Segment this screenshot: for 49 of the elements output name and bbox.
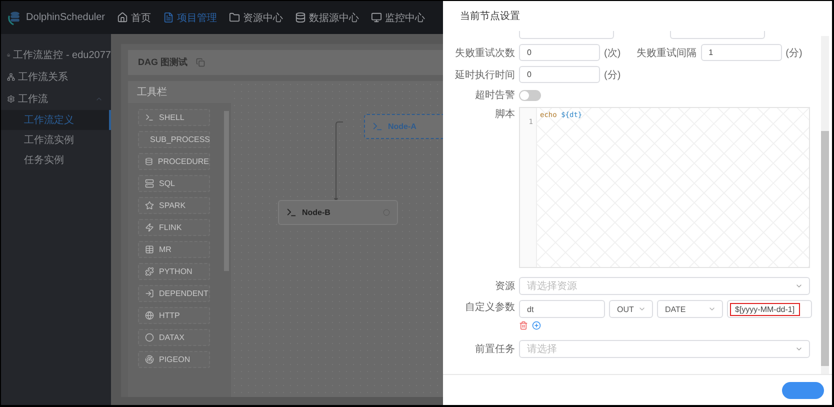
task-type-item[interactable]: HTTP (138, 307, 210, 324)
task-type-item[interactable]: SPARK (138, 197, 210, 214)
nav-tab[interactable]: 数据源中心 (295, 10, 359, 24)
input-field[interactable]: 0 (519, 44, 600, 61)
pre-task-select[interactable]: 请选择 (519, 340, 810, 358)
field-label: 前置任务 (474, 342, 515, 356)
field-label: 脚本 (494, 108, 515, 121)
sidebar-subitem[interactable]: 工作流实例 (1, 130, 111, 150)
input-field[interactable]: 0 (519, 66, 600, 83)
unit-label: (分) (604, 68, 621, 82)
dag-title: DAG 图测试 (138, 56, 188, 69)
sidebar-item[interactable]: 工作流监控 - edu2077 (1, 44, 111, 66)
task-type-item[interactable]: PIGEON (138, 351, 210, 368)
task-type-item[interactable]: DEPENDENT (138, 285, 210, 302)
field-label: 失败重试次数 (454, 46, 515, 60)
task-type-item[interactable]: FLINK (138, 219, 210, 236)
app-name: DolphinScheduler (26, 12, 105, 23)
task-type-item[interactable]: PYTHON (138, 263, 210, 280)
input-field[interactable]: dt (519, 300, 605, 318)
field-label: 失败重试间隔 (636, 46, 697, 60)
nav-tab[interactable]: 项目管理 (163, 10, 217, 24)
sidebar-subitem[interactable]: 任务实例 (1, 150, 111, 170)
task-type-item[interactable]: PROCEDURE (138, 153, 210, 170)
field-label: 延时执行时间 (454, 68, 515, 82)
input-field[interactable]: $[yyyy-MM-dd-1] (727, 300, 812, 318)
task-type-item[interactable]: SUB_PROCESS (138, 131, 210, 148)
field-label: 超时告警 (474, 88, 515, 102)
type-select[interactable]: DATE (657, 300, 723, 318)
resource-select[interactable]: 请选择资源 (519, 277, 810, 295)
field-label: 资源 (494, 280, 515, 293)
dag-node[interactable]: Node-B (278, 200, 398, 225)
sidebar-item[interactable]: 工作流 (1, 88, 111, 110)
sidebar-item[interactable]: 工作流关系 (1, 66, 111, 88)
nav-tab[interactable]: 资源中心 (229, 10, 283, 24)
unit-label: (分) (786, 46, 802, 60)
param-value: $[yyyy-MM-dd-1] (730, 302, 800, 316)
task-type-item[interactable]: SHELL (138, 109, 210, 126)
direction-select[interactable]: OUT (609, 300, 653, 318)
nav-tab[interactable]: 监控中心 (371, 10, 425, 24)
unit-label: (次) (604, 46, 621, 60)
task-type-item[interactable]: SQL (138, 175, 210, 192)
task-type-item[interactable]: DATAX (138, 329, 210, 346)
nav-tab[interactable]: 首页 (117, 10, 151, 24)
field-label: 自定义参数 (464, 300, 515, 314)
drawer-title: 当前节点设置 (459, 10, 521, 24)
toolbar-title: 工具栏 (128, 81, 231, 103)
input-field[interactable]: 1 (700, 44, 782, 61)
sidebar-subitem[interactable]: 工作流定义 (1, 110, 111, 130)
task-type-item[interactable]: MR (138, 241, 210, 258)
